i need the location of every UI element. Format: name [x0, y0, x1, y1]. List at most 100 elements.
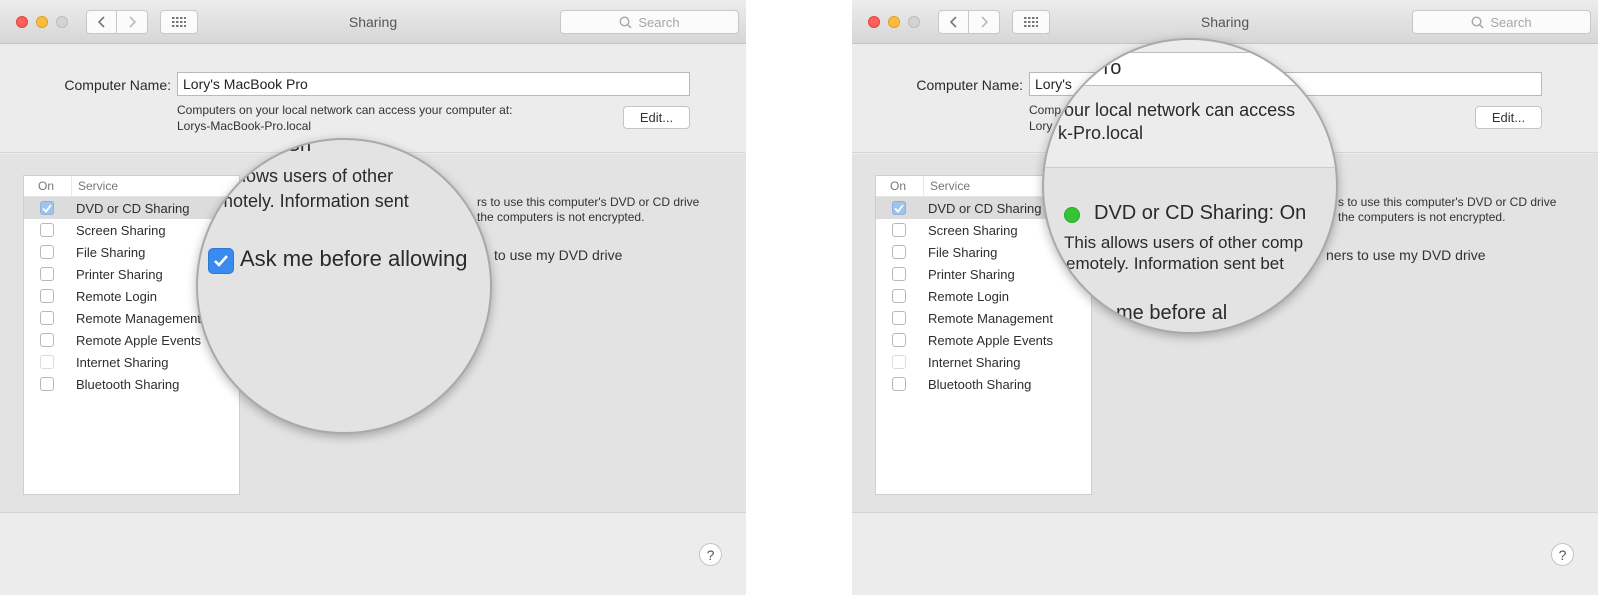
service-checkbox-cell: [876, 311, 924, 325]
service-checkbox-cell: [24, 245, 72, 259]
service-label: Internet Sharing: [928, 354, 1021, 370]
lens-computer-name-area: · Pro our local network can access k-Pro…: [1044, 40, 1336, 168]
service-description-1: rs to use this computer's DVD or CD driv…: [477, 195, 700, 209]
service-checkbox[interactable]: [40, 289, 54, 303]
service-row[interactable]: Internet Sharing: [24, 351, 239, 373]
service-checkbox-cell: [876, 201, 924, 215]
service-label: Printer Sharing: [928, 266, 1015, 282]
service-label: Remote Apple Events: [76, 332, 202, 348]
service-row[interactable]: Remote Management: [876, 307, 1091, 329]
computer-name-label: Computer Name:: [64, 77, 171, 93]
service-checkbox[interactable]: [40, 311, 54, 325]
service-checkbox[interactable]: [40, 201, 54, 215]
lens-description-line1: This allows users of other comp: [1064, 233, 1304, 252]
lens-description-line1: allows users of other: [228, 166, 394, 186]
computer-name-label: Computer Name:: [916, 77, 1023, 93]
computer-name-field[interactable]: Lory's MacBook Pro: [177, 72, 690, 96]
lens-ask-fragment: me before al: [1116, 302, 1228, 324]
ask-option-tail: ners to use my DVD drive: [1326, 247, 1486, 263]
column-on[interactable]: On: [24, 175, 72, 197]
service-label: DVD or CD Sharing: [76, 200, 190, 216]
service-status-label: DVD or CD Sharing: On: [1094, 202, 1307, 224]
service-checkbox[interactable]: [40, 223, 54, 237]
service-label: File Sharing: [928, 244, 998, 260]
service-checkbox-cell: [876, 245, 924, 259]
service-list-header: On Service: [24, 175, 239, 197]
help-button[interactable]: ?: [1551, 543, 1574, 566]
service-row[interactable]: Remote Apple Events: [876, 329, 1091, 351]
service-label: Screen Sharing: [76, 222, 166, 238]
service-label: Bluetooth Sharing: [928, 376, 1032, 392]
service-checkbox[interactable]: [40, 377, 54, 391]
service-checkbox[interactable]: [892, 223, 906, 237]
service-checkbox-cell: [24, 355, 72, 369]
service-checkbox-cell: [876, 289, 924, 303]
service-row[interactable]: Internet Sharing: [876, 351, 1091, 373]
checkmark-icon: [214, 255, 228, 267]
service-label: Remote Management: [928, 310, 1054, 326]
checkmark-icon: [894, 203, 904, 213]
service-checkbox[interactable]: [892, 267, 906, 281]
edit-button[interactable]: Edit...: [1475, 106, 1542, 129]
service-checkbox-cell: [24, 223, 72, 237]
service-description-1: s to use this computer's DVD or CD drive: [1338, 195, 1557, 209]
service-checkbox[interactable]: [40, 267, 54, 281]
edit-button[interactable]: Edit...: [623, 106, 690, 129]
service-checkbox[interactable]: [892, 311, 906, 325]
service-checkbox[interactable]: [892, 245, 906, 259]
service-label: Remote Apple Events: [928, 332, 1054, 348]
service-row[interactable]: Printer Sharing: [876, 263, 1091, 285]
search-icon: [1471, 15, 1484, 29]
local-hostname: Lorys-MacBook-Pro.local: [177, 119, 312, 133]
network-info-text: Computers on your local network can acce…: [177, 103, 513, 117]
service-checkbox[interactable]: [892, 355, 906, 369]
title-bar: Sharing Search: [0, 0, 746, 44]
service-checkbox[interactable]: [40, 333, 54, 347]
service-checkbox-cell: [24, 377, 72, 391]
search-placeholder: Search: [1490, 14, 1532, 30]
service-description-2: the computers is not encrypted.: [1338, 210, 1506, 224]
service-checkbox[interactable]: [40, 355, 54, 369]
service-checkbox-cell: [24, 311, 72, 325]
service-description-2: the computers is not encrypted.: [477, 210, 645, 224]
service-label: Bluetooth Sharing: [76, 376, 180, 392]
service-checkbox[interactable]: [892, 377, 906, 391]
service-checkbox-cell: [24, 333, 72, 347]
service-checkbox[interactable]: [892, 289, 906, 303]
search-placeholder: Search: [638, 14, 680, 30]
magnifier-lens-left: r CD Sh allows users of other motely. In…: [196, 138, 492, 434]
service-checkbox[interactable]: [40, 245, 54, 259]
lens-name-fragment: · Pro: [1078, 57, 1122, 79]
bottom-bar: ?: [0, 514, 746, 595]
service-label: Remote Login: [76, 288, 157, 304]
service-row[interactable]: Bluetooth Sharing: [876, 373, 1091, 395]
search-field[interactable]: Search: [560, 10, 739, 34]
service-row[interactable]: DVD or CD Sharing: [24, 197, 239, 219]
service-checkbox[interactable]: [892, 333, 906, 347]
service-row[interactable]: Remote Login: [876, 285, 1091, 307]
lens-info-line1: our local network can access: [1064, 100, 1296, 120]
ask-before-allowing-label: Ask me before allowing: [240, 246, 468, 271]
ask-option-tail: to use my DVD drive: [494, 247, 623, 263]
search-field[interactable]: Search: [1412, 10, 1591, 34]
ask-before-allowing-checkbox[interactable]: [208, 248, 234, 274]
service-checkbox-cell: [876, 377, 924, 391]
magnifier-lens-right: · Pro our local network can access k-Pro…: [1042, 38, 1338, 334]
service-row[interactable]: Bluetooth Sharing: [24, 373, 239, 395]
service-label: File Sharing: [76, 244, 146, 260]
search-icon: [619, 15, 632, 29]
column-service[interactable]: Service: [72, 179, 118, 193]
status-on-indicator: [1064, 207, 1080, 223]
computer-name-section: Computer Name: Lory's MacBook Pro Comput…: [0, 45, 746, 153]
service-checkbox-cell: [876, 223, 924, 237]
column-service[interactable]: Service: [924, 179, 970, 193]
help-button[interactable]: ?: [699, 543, 722, 566]
service-checkbox-cell: [24, 267, 72, 281]
service-label: Printer Sharing: [76, 266, 163, 282]
service-label: Screen Sharing: [928, 222, 1018, 238]
service-label: Internet Sharing: [76, 354, 169, 370]
service-checkbox[interactable]: [892, 201, 906, 215]
service-label: DVD or CD Sharing: [928, 200, 1042, 216]
service-checkbox-cell: [876, 333, 924, 347]
column-on[interactable]: On: [876, 175, 924, 197]
